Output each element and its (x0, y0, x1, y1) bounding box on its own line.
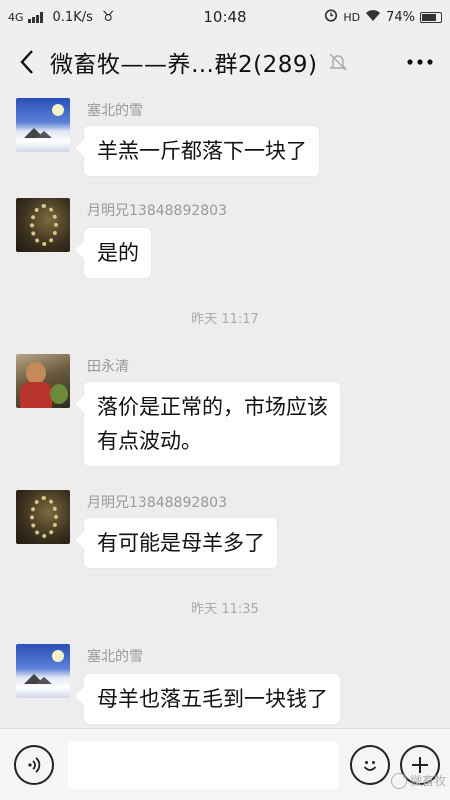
avatar[interactable] (16, 490, 70, 544)
avatar[interactable] (16, 198, 70, 252)
chat-title: 微畜牧——养…群2(289) (50, 52, 318, 78)
watermark-logo-icon (390, 772, 407, 789)
timestamp: 昨天 11:35 (191, 602, 259, 617)
clock: 10:48 (203, 8, 247, 26)
status-bar: 4G 0.1K/s ♉ 10:48 HD 74% (0, 0, 450, 34)
status-right: HD 74% (272, 8, 442, 26)
wifi-icon (365, 9, 381, 26)
input-bar (0, 728, 450, 800)
alarm-icon (324, 8, 338, 26)
chevron-left-icon (20, 50, 33, 74)
mute-bell-icon (327, 51, 349, 73)
message-input[interactable] (68, 740, 338, 789)
emoji-button[interactable] (350, 744, 390, 785)
avatar[interactable] (16, 354, 70, 408)
sender-name: 月明兄13848892803 (87, 495, 227, 511)
message-bubble[interactable]: 有可能是母羊多了 (84, 518, 277, 568)
sender-name: 塞北的雪 (87, 103, 143, 119)
message-line: 有点波动。 (97, 429, 202, 453)
voice-input-button[interactable] (14, 744, 54, 785)
message-bubble[interactable]: 是的 (84, 228, 151, 278)
smiley-icon (363, 760, 377, 771)
more-options-button[interactable] (400, 42, 440, 82)
more-dots-icon (407, 59, 433, 65)
timestamp: 昨天 11:17 (191, 312, 259, 327)
message-bubble[interactable]: 母羊也落五毛到一块钱了 (84, 674, 340, 724)
message-line: 落价是正常的，市场应该 (97, 395, 328, 419)
sender-name: 月明兄13848892803 (87, 203, 227, 219)
app-notification-icon: ♉ (101, 9, 115, 25)
battery-percent: 74% (386, 9, 415, 25)
watermark: 微畜牧 (390, 772, 446, 789)
watermark-text: 微畜牧 (409, 774, 446, 788)
signal-icon (27, 11, 43, 23)
message-bubble[interactable]: 落价是正常的，市场应该 有点波动。 (84, 382, 340, 466)
avatar[interactable] (16, 98, 70, 152)
sender-name: 塞北的雪 (87, 649, 143, 665)
battery-icon (420, 11, 442, 23)
sender-name: 田永清 (87, 359, 129, 375)
network-speed: 0.1K/s (52, 9, 93, 25)
avatar[interactable] (16, 644, 70, 698)
chat-header: 微畜牧——养…群2(289) (0, 34, 450, 90)
voice-icon (28, 756, 41, 773)
status-left: 4G 0.1K/s ♉ (8, 9, 178, 25)
hd-label: HD (343, 10, 361, 24)
message-bubble[interactable]: 羊羔一斤都落下一块了 (84, 126, 319, 176)
chat-messages[interactable]: 塞北的雪 羊羔一斤都落下一块了 月明兄13848892803 是的 昨天 11:… (0, 90, 450, 728)
network-type: 4G (8, 10, 24, 24)
back-button[interactable] (10, 42, 44, 82)
